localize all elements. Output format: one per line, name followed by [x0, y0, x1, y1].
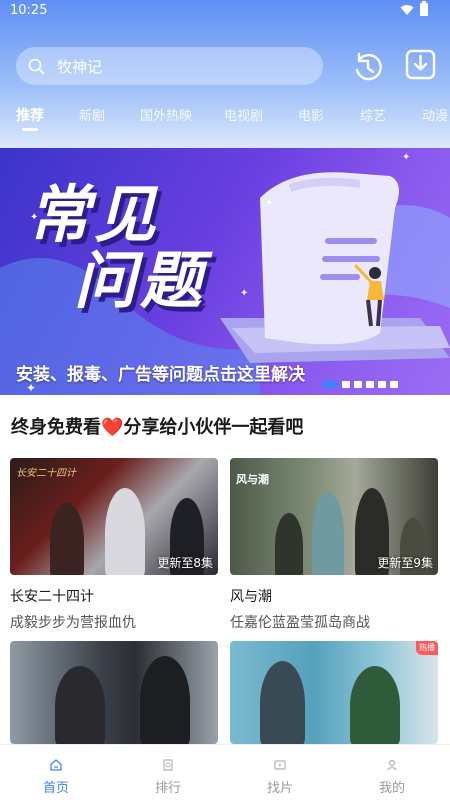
video-description: 成毅步步为营报血仇: [10, 615, 136, 631]
video-poster[interactable]: [10, 641, 218, 744]
video-title: 长安二十四计: [10, 589, 94, 605]
tab-movies[interactable]: 电影: [298, 105, 324, 124]
banner-headline: 常见 问题: [28, 182, 206, 314]
poster-title: 长安二十四计: [16, 468, 76, 479]
video-poster[interactable]: 风与潮 更新至9集: [230, 458, 438, 575]
find-film-icon: [274, 760, 286, 770]
bottom-nav: 首页 排行 找片 我的: [0, 744, 450, 800]
tab-indicator: [22, 128, 38, 131]
video-title: 风与潮: [230, 589, 272, 605]
nav-find-film[interactable]: 找片: [224, 745, 336, 800]
svg-text:✦: ✦: [402, 152, 410, 163]
pagination-dot[interactable]: [366, 381, 374, 388]
nav-label: 首页: [42, 781, 69, 796]
update-badge: 更新至9集: [377, 556, 433, 570]
hot-tag: 热播: [416, 641, 438, 655]
section-title-text: 终身免费看: [11, 417, 101, 438]
svg-text:✦: ✦: [265, 198, 273, 209]
svg-text:✦: ✦: [240, 288, 248, 299]
pagination-dot[interactable]: [378, 381, 386, 388]
category-tabs: 推荐 新剧 国外热映 电视剧 电影 综艺 动漫: [0, 100, 450, 134]
status-bar: 10:25: [0, 0, 450, 22]
nav-home[interactable]: 首页: [0, 745, 112, 800]
banner-headline-line2: 问题: [74, 244, 207, 317]
pagination-dot[interactable]: [354, 381, 362, 388]
home-icon: [50, 759, 62, 771]
pagination-dot[interactable]: [390, 381, 398, 388]
search-input[interactable]: 牧神记: [16, 47, 323, 85]
tab-variety[interactable]: 综艺: [360, 105, 386, 124]
battery-icon: [420, 1, 428, 16]
status-time: 10:25: [10, 3, 48, 18]
nav-label: 排行: [154, 781, 181, 796]
video-poster[interactable]: 热播: [230, 641, 438, 744]
video-poster[interactable]: 长安二十四计 更新至8集: [10, 458, 218, 575]
tab-new-drama[interactable]: 新剧: [79, 105, 105, 124]
nav-label: 找片: [266, 781, 293, 796]
search-text: 牧神记: [57, 57, 103, 76]
pagination-dot[interactable]: [342, 381, 350, 388]
profile-icon: [387, 759, 397, 771]
nav-profile[interactable]: 我的: [336, 745, 448, 800]
nav-ranking[interactable]: 排行: [112, 745, 224, 800]
video-card[interactable]: [10, 641, 218, 744]
update-badge: 更新至8集: [157, 556, 213, 570]
video-card[interactable]: 风与潮 更新至9集 风与潮 任嘉伦蓝盈莹孤岛商战: [230, 458, 438, 632]
video-card[interactable]: 长安二十四计 更新至8集 长安二十四计 成毅步步为营报血仇: [10, 458, 218, 632]
tab-anime[interactable]: 动漫: [422, 105, 448, 124]
search-icon: [28, 58, 45, 74]
section-title-text-2: 分享给小伙伴一起看吧: [123, 417, 304, 438]
tab-tv-series[interactable]: 电视剧: [224, 105, 263, 124]
nav-label: 我的: [378, 781, 405, 796]
section-title: 终身免费看❤️分享给小伙伴一起看吧: [11, 413, 303, 439]
banner-headline-line1: 常见: [28, 178, 161, 251]
heart-icon: ❤️: [101, 417, 124, 438]
banner-pagination: [322, 381, 398, 388]
tab-foreign-hits[interactable]: 国外热映: [140, 105, 192, 124]
wifi-icon: [400, 4, 414, 15]
faq-banner[interactable]: ✦ ✦ ✦ ✦ ✦ 常见 问题 安装、报毒、广告等问题点击这里解决: [0, 148, 450, 395]
pagination-dot[interactable]: [322, 381, 338, 388]
tab-recommend[interactable]: 推荐: [16, 105, 44, 125]
ranking-icon: [163, 759, 173, 771]
banner-caption: 安装、报毒、广告等问题点击这里解决: [16, 365, 305, 385]
video-description: 任嘉伦蓝盈莹孤岛商战: [230, 615, 370, 631]
history-icon[interactable]: [351, 50, 384, 83]
video-card[interactable]: 热播: [230, 641, 438, 744]
poster-title: 风与潮: [236, 473, 269, 486]
download-icon[interactable]: [405, 49, 436, 80]
